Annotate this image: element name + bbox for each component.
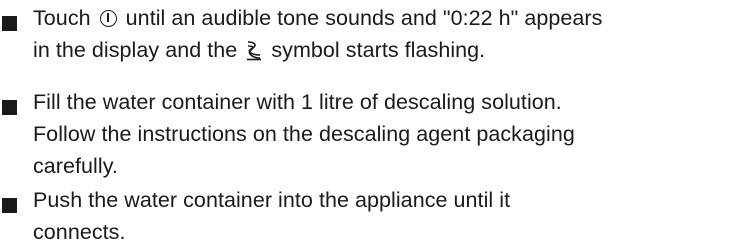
descale-icon [247, 41, 262, 61]
list-item-text: Fill the water container with 1 litre of… [33, 86, 753, 182]
text-line: in the display and the symbol starts fla… [33, 34, 753, 66]
bullet-square-icon [2, 198, 17, 213]
text-line: Fill the water container with 1 litre of… [33, 90, 562, 114]
bullet-square-icon [2, 100, 17, 115]
power-icon [99, 10, 117, 27]
text-segment: until an audible tone sounds and "0:22 h… [119, 6, 603, 30]
text-line: carefully. [33, 154, 118, 178]
text-line: Push the water container into the applia… [33, 188, 511, 212]
text-line: Follow the instructions on the descaling… [33, 122, 575, 146]
list-item-text: Push the water container into the applia… [33, 184, 753, 248]
text-segment: symbol starts flashing. [265, 38, 486, 62]
list-item-text: Touch until an audible tone sounds and "… [33, 2, 753, 66]
text-segment: in the display and the [33, 38, 244, 62]
text-line: connects. [33, 220, 126, 244]
bullet-square-icon [2, 16, 17, 31]
text-segment: Touch [33, 6, 97, 30]
text-line: Touch until an audible tone sounds and "… [33, 2, 753, 34]
